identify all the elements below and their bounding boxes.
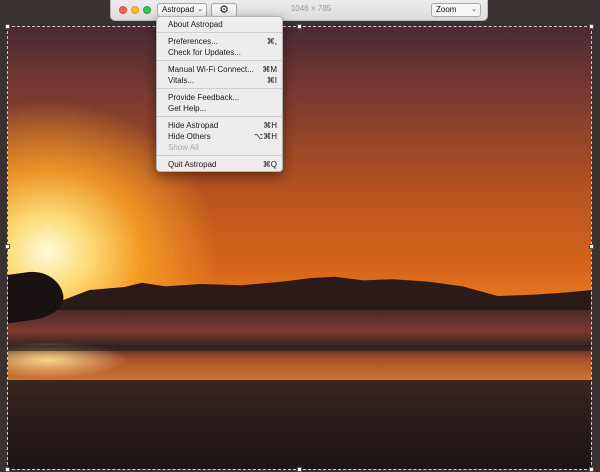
menu-item-label: Hide Others xyxy=(168,132,211,141)
menu-item-label: Hide Astropad xyxy=(168,121,219,130)
fullscreen-icon[interactable] xyxy=(143,6,151,14)
resolution-readout: 1046 × 785 xyxy=(290,4,332,13)
gear-icon: ⚙ xyxy=(219,4,229,16)
minimize-icon[interactable] xyxy=(131,6,139,14)
menu-item-label: Preferences... xyxy=(168,37,218,46)
wave-line xyxy=(8,345,591,351)
menu-item-label: Provide Feedback... xyxy=(168,93,240,102)
zoom-label: Zoom xyxy=(436,5,457,14)
menu-item-help[interactable]: Get Help... xyxy=(157,103,282,114)
menu-separator xyxy=(157,60,282,61)
menu-item-hide[interactable]: Hide Astropad ⌘H xyxy=(157,120,282,131)
menu-shortcut: ⌘I xyxy=(266,76,277,85)
menu-separator xyxy=(157,32,282,33)
menu-item-label: Get Help... xyxy=(168,104,207,113)
menu-shortcut: ⌘H xyxy=(263,121,277,130)
menu-item-label: Manual Wi-Fi Connect... xyxy=(168,65,254,74)
menu-item-hide-others[interactable]: Hide Others ⌥⌘H xyxy=(157,131,282,142)
app-dropdown-menu: About Astropad Preferences... ⌘, Check f… xyxy=(156,16,283,172)
menu-item-check-updates[interactable]: Check for Updates... xyxy=(157,47,282,58)
zoom-select[interactable]: Zoom ⌄ xyxy=(431,3,481,17)
menu-item-label: Check for Updates... xyxy=(168,48,241,57)
menu-item-vitals[interactable]: Vitals... ⌘I xyxy=(157,75,282,86)
menu-shortcut: ⌘M xyxy=(262,65,277,74)
app-menu-button[interactable]: Astropad ⌄ xyxy=(157,3,207,17)
menu-shortcut: ⌥⌘H xyxy=(254,132,277,141)
menu-shortcut: ⌘Q xyxy=(262,160,277,169)
menu-item-label: Show All xyxy=(168,143,199,152)
app-menu-label: Astropad xyxy=(162,5,195,14)
close-icon[interactable] xyxy=(119,6,127,14)
menu-item-quit[interactable]: Quit Astropad ⌘Q xyxy=(157,159,282,170)
chevron-down-icon: ⌄ xyxy=(471,6,477,13)
menu-item-label: Quit Astropad xyxy=(168,160,217,169)
menu-item-about[interactable]: About Astropad xyxy=(157,19,282,30)
menu-item-preferences[interactable]: Preferences... ⌘, xyxy=(157,36,282,47)
menu-item-feedback[interactable]: Provide Feedback... xyxy=(157,92,282,103)
chevron-down-icon: ⌄ xyxy=(197,6,203,13)
menu-separator xyxy=(157,88,282,89)
menu-shortcut: ⌘, xyxy=(266,37,277,46)
menu-item-manual-wifi[interactable]: Manual Wi-Fi Connect... ⌘M xyxy=(157,64,282,75)
sunset-beach xyxy=(8,380,591,469)
menu-separator xyxy=(157,116,282,117)
settings-button[interactable]: ⚙ xyxy=(211,3,237,17)
menu-item-label: About Astropad xyxy=(168,20,223,29)
menu-separator xyxy=(157,155,282,156)
menu-item-label: Vitals... xyxy=(168,76,195,85)
menu-item-show-all: Show All xyxy=(157,142,282,153)
mirrored-screen-canvas[interactable] xyxy=(8,27,591,469)
